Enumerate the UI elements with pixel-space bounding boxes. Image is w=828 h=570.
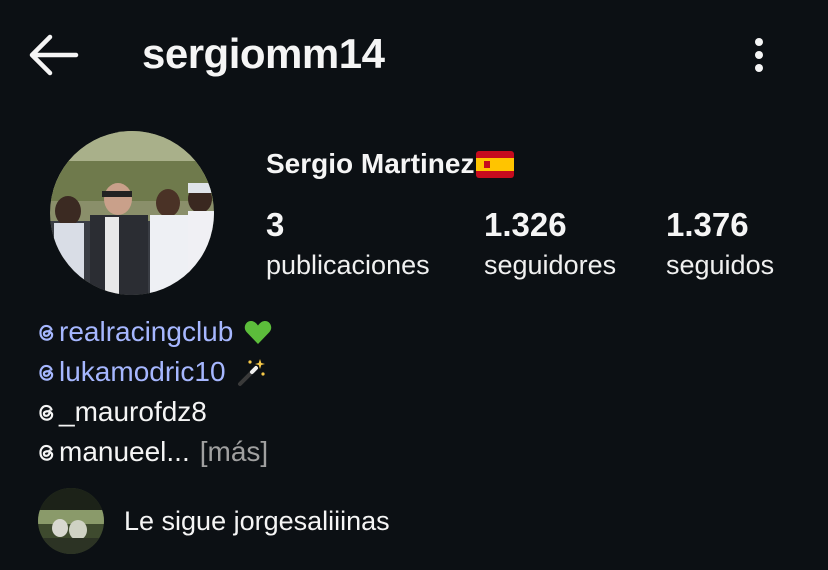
bio: realracingclub lukamodric10 _maurofdz8 m… bbox=[34, 312, 273, 472]
profile-name: Sergio Martinez bbox=[266, 148, 515, 180]
avatar-photo bbox=[50, 131, 214, 295]
following-label: seguidos bbox=[666, 250, 775, 280]
followed-by-row[interactable]: Le sigue jorgesaliiinas bbox=[38, 488, 390, 554]
threads-icon bbox=[34, 440, 58, 464]
profile-avatar[interactable] bbox=[50, 131, 214, 295]
mention-link[interactable]: manueel... bbox=[34, 436, 190, 468]
threads-icon bbox=[34, 360, 58, 384]
stat-posts[interactable]: 3 publicaciones bbox=[266, 205, 430, 283]
top-bar: sergiomm14 bbox=[0, 0, 828, 112]
followers-label: seguidores bbox=[484, 250, 617, 280]
spain-flag-icon bbox=[476, 150, 515, 178]
bio-line: manueel... [más] bbox=[34, 432, 273, 472]
mention-link[interactable]: lukamodric10 bbox=[34, 356, 226, 388]
followed-by-text: Le sigue jorgesaliiinas bbox=[124, 505, 390, 536]
magic-wand-icon bbox=[236, 357, 266, 387]
more-vertical-icon bbox=[755, 38, 763, 46]
mention-handle: _maurofdz8 bbox=[59, 396, 207, 427]
bio-more-button[interactable]: [más] bbox=[200, 436, 268, 468]
mention-handle: manueel... bbox=[59, 436, 190, 467]
following-count: 1.376 bbox=[666, 206, 749, 243]
green-heart-icon bbox=[243, 317, 273, 347]
stat-following[interactable]: 1.376 seguidos bbox=[666, 205, 774, 283]
display-name-text: Sergio Martinez bbox=[266, 148, 475, 179]
arrow-left-icon bbox=[29, 34, 79, 76]
mention-link[interactable]: realracingclub bbox=[34, 316, 233, 348]
mention-handle: realracingclub bbox=[59, 316, 234, 347]
threads-icon bbox=[34, 320, 58, 344]
followers-count: 1.326 bbox=[484, 206, 567, 243]
more-options-button[interactable] bbox=[742, 32, 776, 78]
page-title: sergiomm14 bbox=[142, 30, 385, 77]
bio-line: lukamodric10 bbox=[34, 352, 273, 392]
follower-avatar bbox=[38, 488, 104, 554]
mention-handle: lukamodric10 bbox=[59, 356, 226, 387]
back-button[interactable] bbox=[24, 32, 84, 78]
posts-count: 3 bbox=[266, 206, 285, 243]
profile-screen: sergiomm14 Sergio Martinez 3 publicacion… bbox=[0, 0, 828, 570]
stat-followers[interactable]: 1.326 seguidores bbox=[484, 205, 616, 283]
bio-line: realracingclub bbox=[34, 312, 273, 352]
bio-line: _maurofdz8 bbox=[34, 392, 273, 432]
posts-label: publicaciones bbox=[266, 250, 430, 280]
mention-link[interactable]: _maurofdz8 bbox=[34, 396, 207, 428]
threads-icon bbox=[34, 400, 58, 424]
